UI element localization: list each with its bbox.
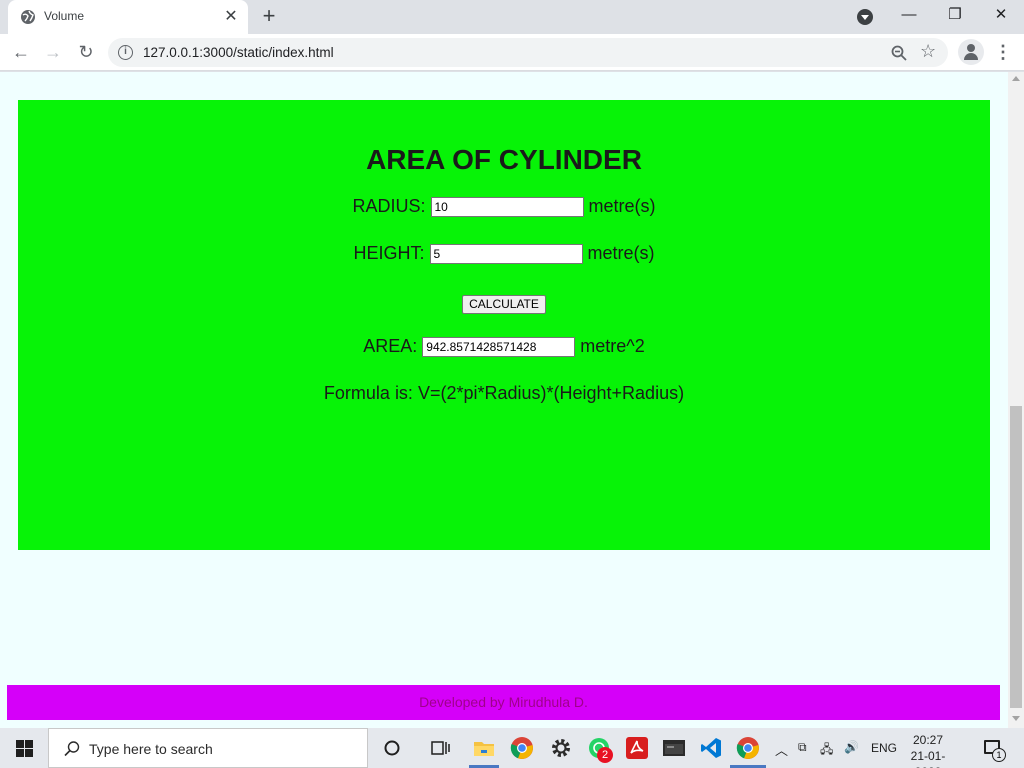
radius-row: RADIUS: metre(s)	[18, 196, 990, 217]
chrome-icon[interactable]	[510, 736, 534, 760]
info-icon[interactable]: i	[118, 45, 133, 60]
search-placeholder: Type here to search	[89, 741, 213, 757]
tab-strip: Volume ✕ + — ❐ ✕	[0, 0, 1024, 34]
radius-label: RADIUS:	[352, 196, 426, 216]
volume-icon[interactable]: 🔊	[844, 740, 859, 754]
network-icon[interactable]: 🖧	[820, 740, 833, 761]
height-label: HEIGHT:	[353, 243, 425, 263]
page-viewport: AREA OF CYLINDER RADIUS: metre(s) HEIGHT…	[0, 72, 1008, 728]
browser-toolbar: ← → ↻ i 127.0.0.1:3000/static/index.html…	[0, 34, 1024, 71]
address-bar[interactable]: i 127.0.0.1:3000/static/index.html ☆	[108, 38, 948, 67]
meet-now-icon[interactable]: ⧉	[798, 740, 807, 755]
area-unit: metre^2	[580, 336, 645, 356]
back-icon[interactable]: ←	[9, 40, 33, 64]
clock-time: 20:27	[912, 733, 944, 747]
formula-text: Formula is: V=(2*pi*Radius)*(Height+Radi…	[323, 383, 685, 403]
height-input[interactable]	[429, 244, 583, 264]
whatsapp-badge: 2	[597, 747, 613, 763]
vscode-icon[interactable]	[699, 736, 723, 760]
cortana-icon[interactable]	[380, 736, 404, 760]
minimize-icon[interactable]: —	[886, 0, 932, 32]
more-menu-icon[interactable]: ⋮	[994, 40, 1012, 64]
terminal-icon[interactable]	[662, 736, 686, 760]
restore-icon[interactable]: ❐	[932, 0, 978, 32]
area-label: AREA:	[363, 336, 418, 356]
task-view-icon[interactable]	[428, 736, 452, 760]
scroll-up-icon[interactable]	[1012, 76, 1020, 81]
chrome-active-icon[interactable]	[736, 736, 760, 760]
scroll-down-icon[interactable]	[1012, 716, 1020, 721]
calculator-panel: AREA OF CYLINDER RADIUS: metre(s) HEIGHT…	[18, 100, 990, 550]
calculate-row: CALCULATE	[18, 292, 990, 314]
area-row: AREA: metre^2	[18, 336, 990, 357]
settings-gear-icon[interactable]	[549, 736, 573, 760]
page-scrollbar[interactable]	[1008, 72, 1024, 728]
chevron-up-icon[interactable]: ︿	[775, 740, 788, 759]
forward-icon[interactable]: →	[41, 40, 65, 64]
page-footer: Developed by Mirudhula D.	[7, 685, 1000, 720]
tab-title: Volume	[44, 9, 85, 23]
search-icon	[64, 741, 80, 757]
page-title: AREA OF CYLINDER	[366, 144, 642, 175]
windows-taskbar: Type here to search 2 ︿ ⧉ 🖧 🔊 ENG 20:27 …	[0, 728, 1024, 768]
browser-tab[interactable]: Volume ✕	[8, 0, 248, 34]
system-clock[interactable]: 20:27 21-01-2022	[898, 732, 958, 768]
calculate-button[interactable]: CALCULATE	[462, 294, 546, 314]
acrobat-icon[interactable]	[625, 736, 649, 760]
notification-count: 1	[992, 748, 1006, 762]
scroll-thumb[interactable]	[1010, 406, 1022, 708]
reload-icon[interactable]: ↻	[74, 40, 98, 64]
url-text[interactable]: 127.0.0.1:3000/static/index.html	[143, 45, 334, 60]
area-output[interactable]	[422, 337, 576, 357]
taskbar-search[interactable]: Type here to search	[48, 728, 368, 768]
height-row: HEIGHT: metre(s)	[18, 243, 990, 264]
height-unit: metre(s)	[587, 243, 655, 263]
new-tab-icon[interactable]: +	[258, 5, 280, 28]
radius-input[interactable]	[430, 197, 584, 217]
bookmark-star-icon[interactable]: ☆	[920, 41, 936, 62]
windows-start-icon[interactable]	[16, 740, 33, 757]
radius-unit: metre(s)	[588, 196, 656, 216]
globe-icon	[21, 10, 35, 24]
file-explorer-icon[interactable]	[472, 736, 496, 760]
close-tab-icon[interactable]: ✕	[222, 8, 240, 26]
clock-date: 21-01-2022	[910, 749, 946, 768]
account-icon[interactable]	[958, 39, 984, 65]
close-window-icon[interactable]: ✕	[978, 0, 1024, 32]
tab-search-icon[interactable]	[857, 9, 873, 25]
language-indicator[interactable]: ENG	[871, 741, 897, 755]
zoom-out-icon[interactable]	[890, 44, 908, 62]
